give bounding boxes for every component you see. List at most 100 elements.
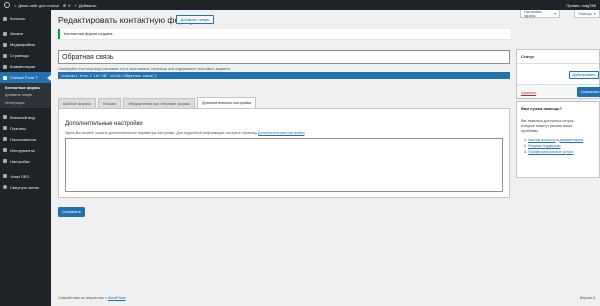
users-icon — [3, 137, 7, 141]
wordpress-icon — [4, 2, 10, 8]
media-icon — [3, 42, 7, 47]
site-name-link[interactable]: ⌂ Демо сайт для статьи — [14, 3, 59, 8]
status-box-footer: Удалить Сохранить — [517, 84, 600, 98]
status-box-body: Дублировать — [517, 64, 599, 84]
sidebar-item-label: Внешний вид — [10, 114, 35, 120]
sidebar-collapse-menu[interactable]: Свернуть меню — [0, 182, 51, 193]
chevron-down-icon: ▾ — [554, 11, 556, 16]
submenu-add-new[interactable]: Добавить новую — [0, 92, 51, 100]
page-icon — [3, 53, 7, 58]
sidebar-item-posts[interactable]: Записи — [0, 28, 51, 39]
admin-sidebar: Консоль Записи Медиафайлы Страницы Комме… — [0, 10, 51, 306]
duplicate-button[interactable]: Дублировать — [569, 71, 599, 79]
sidebar-item-settings[interactable]: Настройки — [0, 156, 51, 167]
chevron-down-icon: ▾ — [593, 11, 596, 16]
help-text: Ваг неколько доступных ситрок, которые п… — [521, 119, 575, 133]
sidebar-item-label: Консоль — [10, 16, 26, 21]
professional-services-link[interactable]: Профессиональные услуги — [528, 150, 573, 154]
tab-mail[interactable]: Письмо — [97, 98, 122, 108]
sidebar-item-plugins[interactable]: Плагины — [0, 123, 51, 134]
help-links: Частые вопросы и документация Форумы под… — [521, 137, 595, 155]
comments-link[interactable]: ✉ 0 — [63, 3, 71, 8]
sidebar-item-media[interactable]: Медиафайлы — [0, 39, 51, 50]
additional-settings-textarea[interactable] — [65, 138, 503, 192]
add-new-button[interactable]: Добавить новую — [176, 15, 214, 24]
save-button[interactable]: Сохранить — [58, 207, 85, 217]
sidebar-item-yoast-seo[interactable]: Yoast SEO — [0, 171, 51, 182]
help-box-body: Ваг неколько доступных ситрок, которые п… — [517, 115, 599, 159]
current-menu-arrow — [47, 74, 51, 81]
faq-link[interactable]: Частые вопросы — [528, 138, 556, 142]
status-box: Статус Дублировать Удалить Сохранить — [516, 49, 600, 99]
submenu-integration[interactable]: Интеграция — [0, 99, 51, 107]
sidebar-item-label: Свернуть меню — [10, 184, 39, 190]
sidebar-item-label: Contact Form 7 — [10, 75, 38, 80]
sidebar-item-contact-form-7[interactable]: Contact Form 7 — [0, 72, 51, 83]
description-tail: . — [304, 131, 306, 135]
status-save-button[interactable]: Сохранить — [577, 87, 600, 97]
success-notice: Контактная форма создана. — [58, 29, 511, 39]
sidebar-item-label: Инструменты — [10, 147, 35, 153]
wp-logo-menu[interactable] — [4, 2, 10, 8]
sidebar-item-label: Страницы — [10, 53, 29, 58]
sidebar-item-label: Yoast SEO — [10, 173, 30, 179]
sidebar-item-label: Плагины — [10, 125, 27, 131]
sidebar-item-appearance[interactable]: Внешний вид — [0, 112, 51, 123]
shortcode-field[interactable]: [contact-form-7 id="18" title="Обратная … — [58, 72, 510, 79]
editor-tabs: Шаблон формы Письмо Уведомления при отпр… — [58, 97, 257, 108]
sidebar-item-dashboard[interactable]: Консоль — [0, 13, 51, 24]
comment-icon — [3, 64, 7, 69]
pin-icon — [3, 31, 7, 36]
plugin-icon — [3, 126, 7, 130]
support-forums-link[interactable]: Форумы поддержки — [528, 144, 561, 148]
footer-thanks: Спасибо вам за творчество с WordPress — [58, 296, 126, 300]
help-label: Помощь — [578, 11, 592, 16]
sidebar-item-label: Записи — [10, 31, 24, 36]
sidebar-item-label: Пользователи — [10, 136, 37, 142]
tab-messages[interactable]: Уведомления при отправке формы — [123, 98, 196, 108]
greeting: Привет, mag788 — [566, 2, 596, 8]
plus-icon: + — [74, 2, 77, 8]
shortcode-text: [contact-form-7 id="18" title="Обратная … — [61, 73, 157, 78]
tools-icon — [3, 148, 7, 152]
sidebar-item-label: Медиафайлы — [10, 42, 36, 47]
docs-link[interactable]: документация — [560, 138, 584, 142]
mail-icon — [3, 75, 7, 80]
additional-settings-panel: Дополнительные настройки Здесь Вы можете… — [58, 108, 510, 198]
footer-prefix: Спасибо вам за творчество с — [58, 296, 108, 300]
sidebar-item-users[interactable]: Пользователи — [0, 134, 51, 145]
delete-link[interactable]: Удалить — [521, 90, 536, 95]
additional-settings-link[interactable]: Дополнительные настройки — [258, 131, 304, 135]
sidebar-item-label: Настройки — [10, 158, 30, 164]
brush-icon — [3, 115, 7, 119]
help-toggle[interactable]: Помощь ▾ — [574, 10, 600, 18]
screen-options-label: Настройки экрана — [524, 9, 542, 18]
form-title-input[interactable]: Обратная связь — [58, 50, 510, 64]
account-menu[interactable]: Привет, mag788 — [566, 3, 596, 8]
help-box-title: Вам нужна помощь? — [521, 106, 562, 111]
site-name: Демо сайт для статьи — [18, 2, 59, 8]
tab-form-template[interactable]: Шаблон формы — [58, 98, 96, 108]
submenu-contact-forms[interactable]: Контактные формы — [0, 84, 51, 92]
comment-icon: ✉ — [62, 2, 67, 8]
form-title-value: Обратная связь — [62, 53, 114, 61]
status-box-title: Статус — [517, 50, 599, 64]
sidebar-item-tools[interactable]: Инструменты — [0, 145, 51, 156]
screen-options-toggle[interactable]: Настройки экрана ▾ — [520, 10, 560, 18]
sidebar-item-comments[interactable]: Комментарии — [0, 61, 51, 72]
new-content-menu[interactable]: + Добавить — [74, 3, 96, 8]
admin-bar: ⌂ Демо сайт для статьи ✉ 0 + Добавить Пр… — [0, 0, 600, 10]
footer-version: Версия 6. — [579, 296, 596, 300]
sidebar-item-pages[interactable]: Страницы — [0, 50, 51, 61]
panel-description: Здесь Вы можете указать дополнительные п… — [65, 131, 305, 135]
comments-count: 0 — [68, 2, 71, 8]
notice-text: Контактная форма создана. — [64, 32, 114, 36]
contact-form-submenu: Контактные формы Добавить новую Интеграц… — [0, 83, 51, 108]
collapse-icon — [3, 185, 7, 189]
help-box: Вам нужна помощь? Ваг неколько доступных… — [516, 101, 600, 178]
tab-additional-settings[interactable]: Дополнительные настройки — [197, 97, 257, 108]
new-label: Добавить — [78, 2, 97, 8]
wordpress-link[interactable]: WordPress — [108, 296, 126, 300]
yoast-icon — [3, 174, 7, 178]
description-text: Здесь Вы можете указать дополнительные п… — [65, 131, 258, 135]
